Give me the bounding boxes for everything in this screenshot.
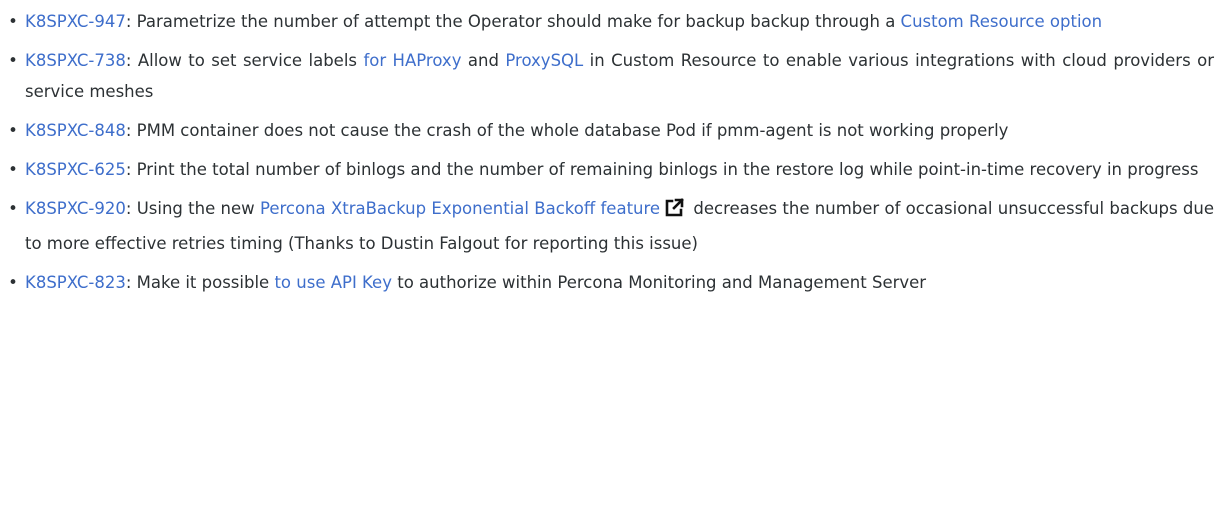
- list-item: • K8SPXC-848: PMM container does not caus…: [8, 115, 1214, 146]
- item-text: : Using the new: [125, 199, 260, 218]
- inline-link[interactable]: for HAProxy: [363, 51, 461, 70]
- bullet: •: [8, 199, 18, 218]
- bullet: •: [8, 121, 18, 140]
- issue-link[interactable]: K8SPXC-738: [25, 51, 126, 70]
- list-item: • K8SPXC-625: Print the total number of b…: [8, 154, 1214, 185]
- issue-link[interactable]: K8SPXC-947: [25, 12, 126, 31]
- bullet: •: [8, 273, 18, 292]
- item-text: : Make it possible: [125, 273, 275, 292]
- issue-link[interactable]: K8SPXC-625: [25, 160, 126, 179]
- issue-link[interactable]: K8SPXC-920: [25, 199, 126, 218]
- item-text: : Print the total number of binlogs and …: [125, 160, 1199, 179]
- item-text: to authorize within Percona Monitoring a…: [391, 273, 927, 292]
- bullet: •: [8, 12, 18, 31]
- item-text: and: [461, 51, 506, 70]
- issue-link[interactable]: K8SPXC-823: [25, 273, 126, 292]
- inline-link[interactable]: Custom Resource option: [901, 12, 1103, 31]
- item-text: : Parametrize the number of attempt the …: [125, 12, 901, 31]
- release-notes-list: • K8SPXC-947: Parametrize the number of a…: [0, 0, 1214, 298]
- bullet: •: [8, 51, 18, 70]
- item-text: : Allow to set service labels: [125, 51, 364, 70]
- bullet: •: [8, 160, 18, 179]
- external-link-icon[interactable]: [664, 197, 686, 228]
- inline-link[interactable]: Percona XtraBackup Exponential Backoff f…: [260, 199, 660, 218]
- issue-link[interactable]: K8SPXC-848: [25, 121, 126, 140]
- list-item: • K8SPXC-738: Allow to set service labels…: [8, 45, 1214, 107]
- list-item: • K8SPXC-823: Make it possible to use API…: [8, 267, 1214, 298]
- list-item: • K8SPXC-947: Parametrize the number of a…: [8, 6, 1214, 37]
- inline-link[interactable]: ProxySQL: [505, 51, 583, 70]
- item-text: : PMM container does not cause the crash…: [125, 121, 1009, 140]
- list-item: • K8SPXC-920: Using the new Percona XtraB…: [8, 193, 1214, 259]
- inline-link[interactable]: to use API Key: [274, 273, 392, 292]
